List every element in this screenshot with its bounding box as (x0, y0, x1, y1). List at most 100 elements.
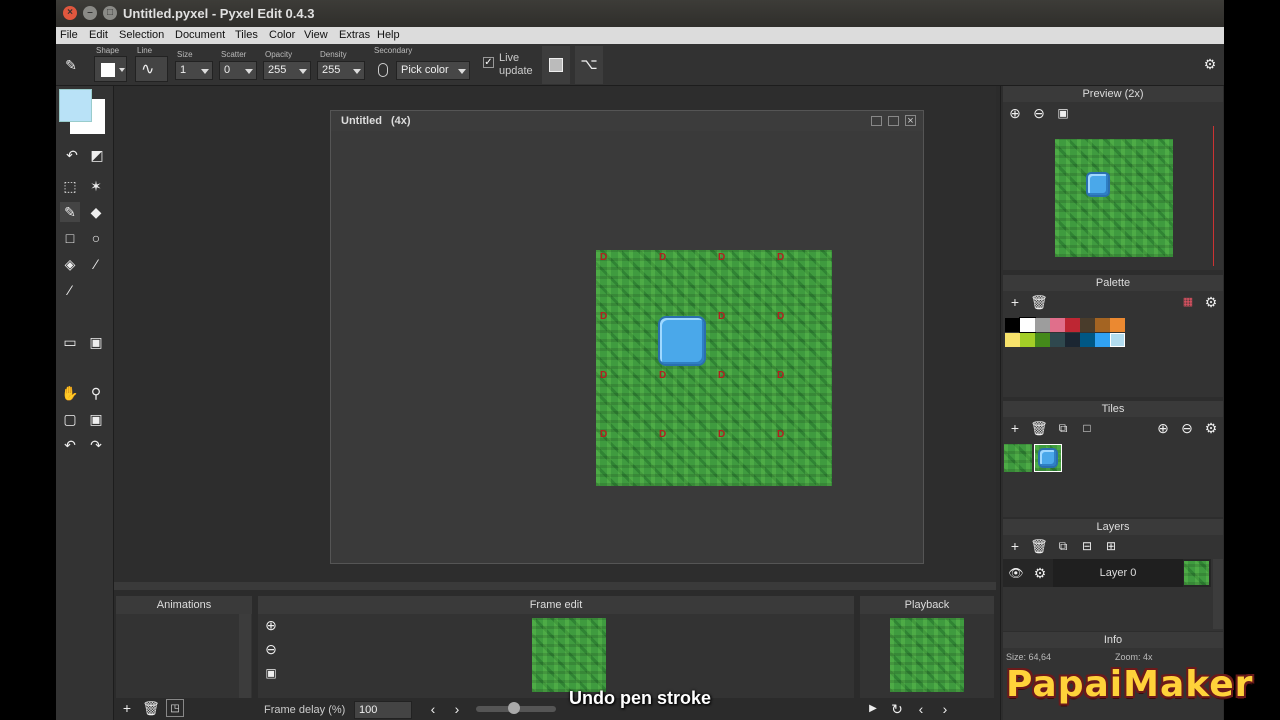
palette-swatch[interactable] (1065, 333, 1080, 347)
delete-color-icon[interactable]: 🗑 (1030, 293, 1048, 311)
fit-screen-icon[interactable]: ▢ (60, 409, 80, 429)
add-animation-icon[interactable]: + (118, 699, 136, 717)
layer-row[interactable]: 👁 ⚙ Layer 0 (1003, 559, 1211, 587)
palette-swatch[interactable] (1050, 333, 1065, 347)
size-dropdown[interactable]: 1 (175, 61, 213, 80)
menu-color[interactable]: Color (269, 29, 295, 41)
zoom-in-icon[interactable]: ⊕ (262, 616, 280, 634)
pixel-perfect-toggle[interactable] (542, 46, 570, 84)
menu-selection[interactable]: Selection (119, 29, 164, 41)
prev-playback-icon[interactable]: ‹ (912, 700, 930, 718)
ellipse-icon[interactable]: ○ (86, 228, 106, 248)
duplicate-tile-icon[interactable]: ⧉ (1054, 419, 1072, 437)
zoom-out-icon[interactable]: ⊖ (1178, 419, 1196, 437)
doc-minimize-button[interactable] (871, 116, 882, 126)
loop-icon[interactable]: ↻ (888, 700, 906, 718)
palette-gradient-icon[interactable]: ▦ (1179, 293, 1197, 311)
secondary-dropdown[interactable]: Pick color (396, 61, 470, 80)
minimize-window-button[interactable]: – (83, 6, 97, 20)
menu-tiles[interactable]: Tiles (235, 29, 258, 41)
menu-view[interactable]: View (304, 29, 328, 41)
preview-image[interactable] (1055, 139, 1173, 257)
menu-edit[interactable]: Edit (89, 29, 108, 41)
fit-icon[interactable]: ▣ (1054, 104, 1072, 122)
gear-icon[interactable]: ⚙ (1202, 293, 1220, 311)
layers-scrollbar[interactable] (1213, 559, 1223, 629)
menu-file[interactable]: File (60, 29, 78, 41)
next-frame-icon[interactable]: › (448, 700, 466, 718)
pen-icon[interactable]: ✎ (60, 202, 80, 222)
dither-brush-icon[interactable]: ⁄ (86, 254, 106, 274)
add-color-icon[interactable]: + (1006, 293, 1024, 311)
bottom-splitter[interactable] (114, 582, 996, 590)
palette-swatch[interactable] (1019, 317, 1036, 333)
density-dropdown[interactable]: 255 (317, 61, 365, 80)
pixel-canvas[interactable]: D D D D D D D D D D D D D D D (596, 250, 832, 486)
primary-color-swatch[interactable] (59, 89, 92, 122)
animations-scrollbar[interactable] (239, 614, 251, 698)
palette-swatch[interactable] (1065, 318, 1080, 332)
eraser-icon[interactable]: ◆ (86, 202, 106, 222)
rectangle-icon[interactable]: □ (60, 228, 80, 248)
tile-place-icon[interactable]: ▭ (60, 332, 80, 352)
merge-layer-icon[interactable]: ⊟ (1078, 537, 1096, 555)
menu-document[interactable]: Document (175, 29, 225, 41)
tile-mode-toggle[interactable]: ⌥ (575, 46, 603, 84)
palette-swatch[interactable] (1095, 333, 1110, 347)
add-layer-icon[interactable]: + (1006, 537, 1024, 555)
swap-colors-icon[interactable]: ↶ (62, 145, 82, 165)
animation-settings-icon[interactable]: ◳ (166, 699, 184, 717)
tile-select-icon[interactable]: ▣ (86, 332, 106, 352)
merge-down-icon[interactable]: ⊞ (1102, 537, 1120, 555)
palette-swatch[interactable] (1020, 333, 1035, 347)
reset-colors-icon[interactable]: ◩ (87, 145, 107, 165)
palette-swatch[interactable] (1005, 333, 1020, 347)
delete-tile-icon[interactable]: 🗑 (1030, 419, 1048, 437)
actual-size-icon[interactable]: ▣ (86, 409, 106, 429)
palette-swatch[interactable] (1035, 318, 1050, 332)
zoom-in-icon[interactable]: ⊕ (1006, 104, 1024, 122)
rect-select-icon[interactable]: ⬚ (60, 176, 80, 196)
gear-icon[interactable]: ⚙ (1200, 54, 1220, 74)
palette-swatch[interactable] (1110, 318, 1125, 332)
duplicate-layer-icon[interactable]: ⧉ (1054, 537, 1072, 555)
redo-icon[interactable]: ↷ (86, 435, 106, 455)
animations-list[interactable] (116, 614, 252, 698)
tile-frame-icon[interactable]: □ (1078, 419, 1096, 437)
delete-layer-icon[interactable]: 🗑 (1030, 537, 1048, 555)
doc-close-icon[interactable]: × (905, 115, 916, 127)
palette-swatch[interactable] (1035, 333, 1050, 347)
gear-icon[interactable]: ⚙ (1031, 564, 1049, 582)
color-picker-icon[interactable]: ⁄ (60, 280, 80, 300)
palette-swatch[interactable] (1095, 318, 1110, 332)
tile-grass[interactable] (1004, 444, 1032, 472)
fill-bucket-icon[interactable]: ◈ (60, 254, 80, 274)
frame-slider-handle[interactable] (508, 702, 520, 714)
prev-frame-icon[interactable]: ‹ (424, 700, 442, 718)
gear-icon[interactable]: ⚙ (1202, 419, 1220, 437)
doc-maximize-button[interactable] (888, 116, 899, 126)
frame-delay-input[interactable]: 100 (354, 701, 412, 719)
scatter-dropdown[interactable]: 0 (219, 61, 257, 80)
palette-swatch[interactable] (1080, 318, 1095, 332)
maximize-window-button[interactable]: □ (103, 6, 117, 20)
play-icon[interactable]: ▶ (864, 700, 882, 718)
zoom-icon[interactable]: ⚲ (86, 383, 106, 403)
close-window-button[interactable]: × (63, 6, 77, 20)
zoom-out-icon[interactable]: ⊖ (262, 640, 280, 658)
line-selector[interactable]: ∿ (135, 56, 168, 82)
zoom-out-icon[interactable]: ⊖ (1030, 104, 1048, 122)
opacity-dropdown[interactable]: 255 (263, 61, 311, 80)
zoom-in-icon[interactable]: ⊕ (1154, 419, 1172, 437)
menu-extras[interactable]: Extras (339, 29, 370, 41)
undo-icon[interactable]: ↶ (60, 435, 80, 455)
eye-icon[interactable]: 👁 (1007, 564, 1025, 582)
delete-animation-icon[interactable]: 🗑 (142, 699, 160, 717)
live-update-checkbox[interactable]: ✓ (483, 57, 494, 68)
add-tile-icon[interactable]: + (1006, 419, 1024, 437)
palette-swatch[interactable] (1050, 318, 1065, 332)
magic-wand-icon[interactable]: ✶ (86, 176, 106, 196)
hand-icon[interactable]: ✋ (60, 383, 80, 403)
frame-thumbnail[interactable] (532, 618, 606, 692)
palette-swatch[interactable] (1110, 333, 1125, 347)
